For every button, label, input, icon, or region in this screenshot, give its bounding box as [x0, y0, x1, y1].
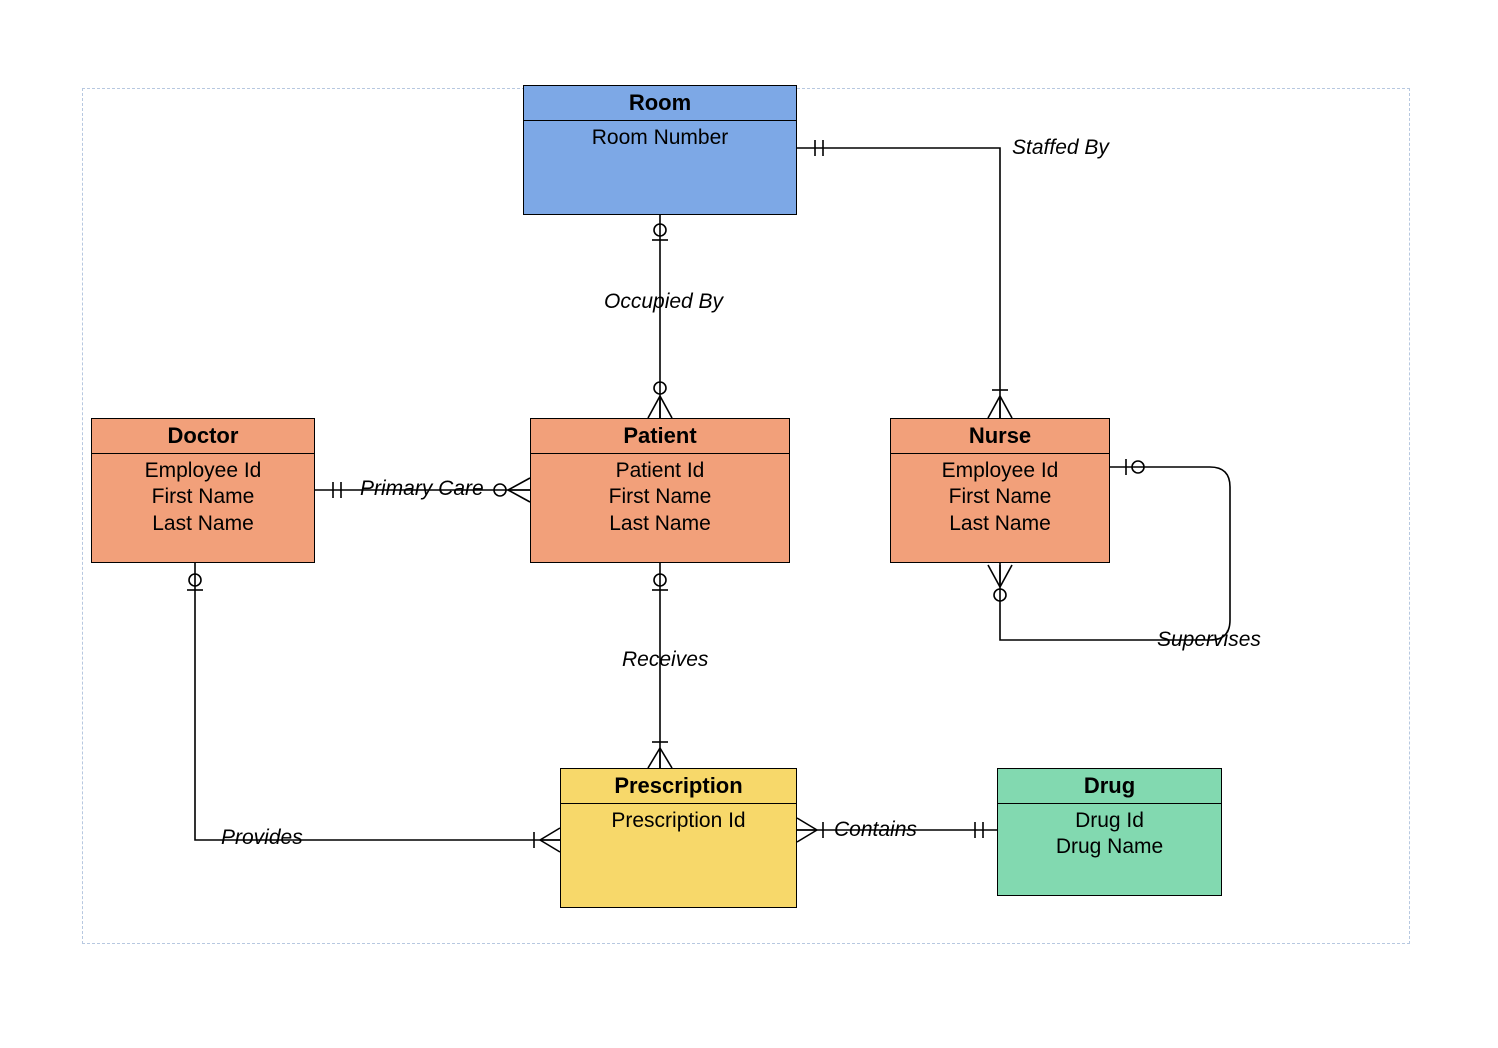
attr: Room Number	[524, 125, 796, 151]
entity-prescription-attrs: Prescription Id	[561, 804, 796, 834]
entity-nurse[interactable]: Nurse Employee Id First Name Last Name	[890, 418, 1110, 563]
attr: First Name	[92, 484, 314, 510]
entity-patient-attrs: Patient Id First Name Last Name	[531, 454, 789, 537]
attr: Employee Id	[891, 458, 1109, 484]
entity-drug-attrs: Drug Id Drug Name	[998, 804, 1221, 861]
entity-doctor-title: Doctor	[92, 419, 314, 454]
entity-drug[interactable]: Drug Drug Id Drug Name	[997, 768, 1222, 896]
rel-contains: Contains	[834, 818, 917, 842]
rel-supervises: Supervises	[1157, 628, 1261, 652]
attr: Last Name	[92, 511, 314, 537]
entity-doctor[interactable]: Doctor Employee Id First Name Last Name	[91, 418, 315, 563]
entity-room[interactable]: Room Room Number	[523, 85, 797, 215]
entity-prescription-title: Prescription	[561, 769, 796, 804]
attr: Prescription Id	[561, 808, 796, 834]
attr: Drug Name	[998, 834, 1221, 860]
entity-nurse-title: Nurse	[891, 419, 1109, 454]
rel-staffed-by: Staffed By	[1012, 136, 1109, 160]
entity-room-title: Room	[524, 86, 796, 121]
rel-primary-care: Primary Care	[360, 477, 484, 501]
entity-patient[interactable]: Patient Patient Id First Name Last Name	[530, 418, 790, 563]
entity-nurse-attrs: Employee Id First Name Last Name	[891, 454, 1109, 537]
entity-drug-title: Drug	[998, 769, 1221, 804]
entity-prescription[interactable]: Prescription Prescription Id	[560, 768, 797, 908]
attr: Employee Id	[92, 458, 314, 484]
entity-doctor-attrs: Employee Id First Name Last Name	[92, 454, 314, 537]
rel-occupied-by: Occupied By	[604, 290, 723, 314]
attr: Drug Id	[998, 808, 1221, 834]
entity-room-attrs: Room Number	[524, 121, 796, 151]
attr: Patient Id	[531, 458, 789, 484]
entity-patient-title: Patient	[531, 419, 789, 454]
attr: First Name	[531, 484, 789, 510]
attr: First Name	[891, 484, 1109, 510]
rel-receives: Receives	[622, 648, 708, 672]
attr: Last Name	[531, 511, 789, 537]
attr: Last Name	[891, 511, 1109, 537]
rel-provides: Provides	[221, 826, 303, 850]
